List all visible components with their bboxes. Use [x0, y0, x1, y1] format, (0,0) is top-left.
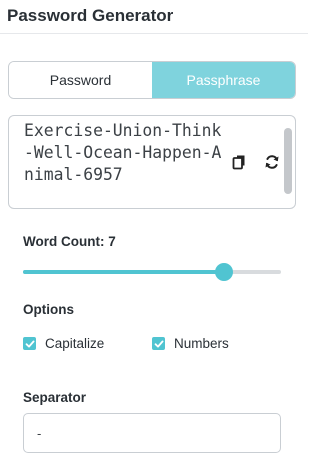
capitalize-checkbox[interactable]: Capitalize [23, 336, 104, 351]
numbers-checkbox[interactable]: Numbers [152, 336, 229, 351]
app-header: Password Generator [0, 0, 308, 34]
slider-thumb[interactable] [215, 263, 234, 281]
copy-icon[interactable] [231, 153, 249, 171]
checkbox-checked-icon[interactable] [152, 337, 165, 350]
page-title: Password Generator [7, 6, 174, 25]
slider-track [23, 270, 281, 274]
capitalize-label: Capitalize [45, 336, 105, 351]
options-heading: Options [23, 302, 74, 317]
mode-toggle: Password Passphrase [8, 61, 296, 99]
output-scrollbar[interactable] [283, 118, 293, 206]
tab-passphrase[interactable]: Passphrase [152, 62, 295, 98]
generated-output-box[interactable]: Exercise-Union-Think-Well-Ocean-Happen-A… [8, 115, 296, 209]
slider-fill [23, 270, 225, 274]
checkbox-checked-icon[interactable] [23, 337, 36, 350]
word-count-label: Word Count: 7 [23, 234, 116, 249]
scrollbar-thumb[interactable] [284, 128, 292, 194]
generated-passphrase[interactable]: Exercise-Union-Think-Well-Ocean-Happen-A… [24, 120, 224, 186]
separator-input[interactable] [23, 413, 281, 453]
tab-password[interactable]: Password [9, 62, 152, 98]
numbers-label: Numbers [174, 336, 229, 351]
separator-label: Separator [23, 390, 87, 405]
word-count-slider[interactable] [23, 262, 281, 282]
refresh-icon[interactable] [263, 153, 281, 171]
